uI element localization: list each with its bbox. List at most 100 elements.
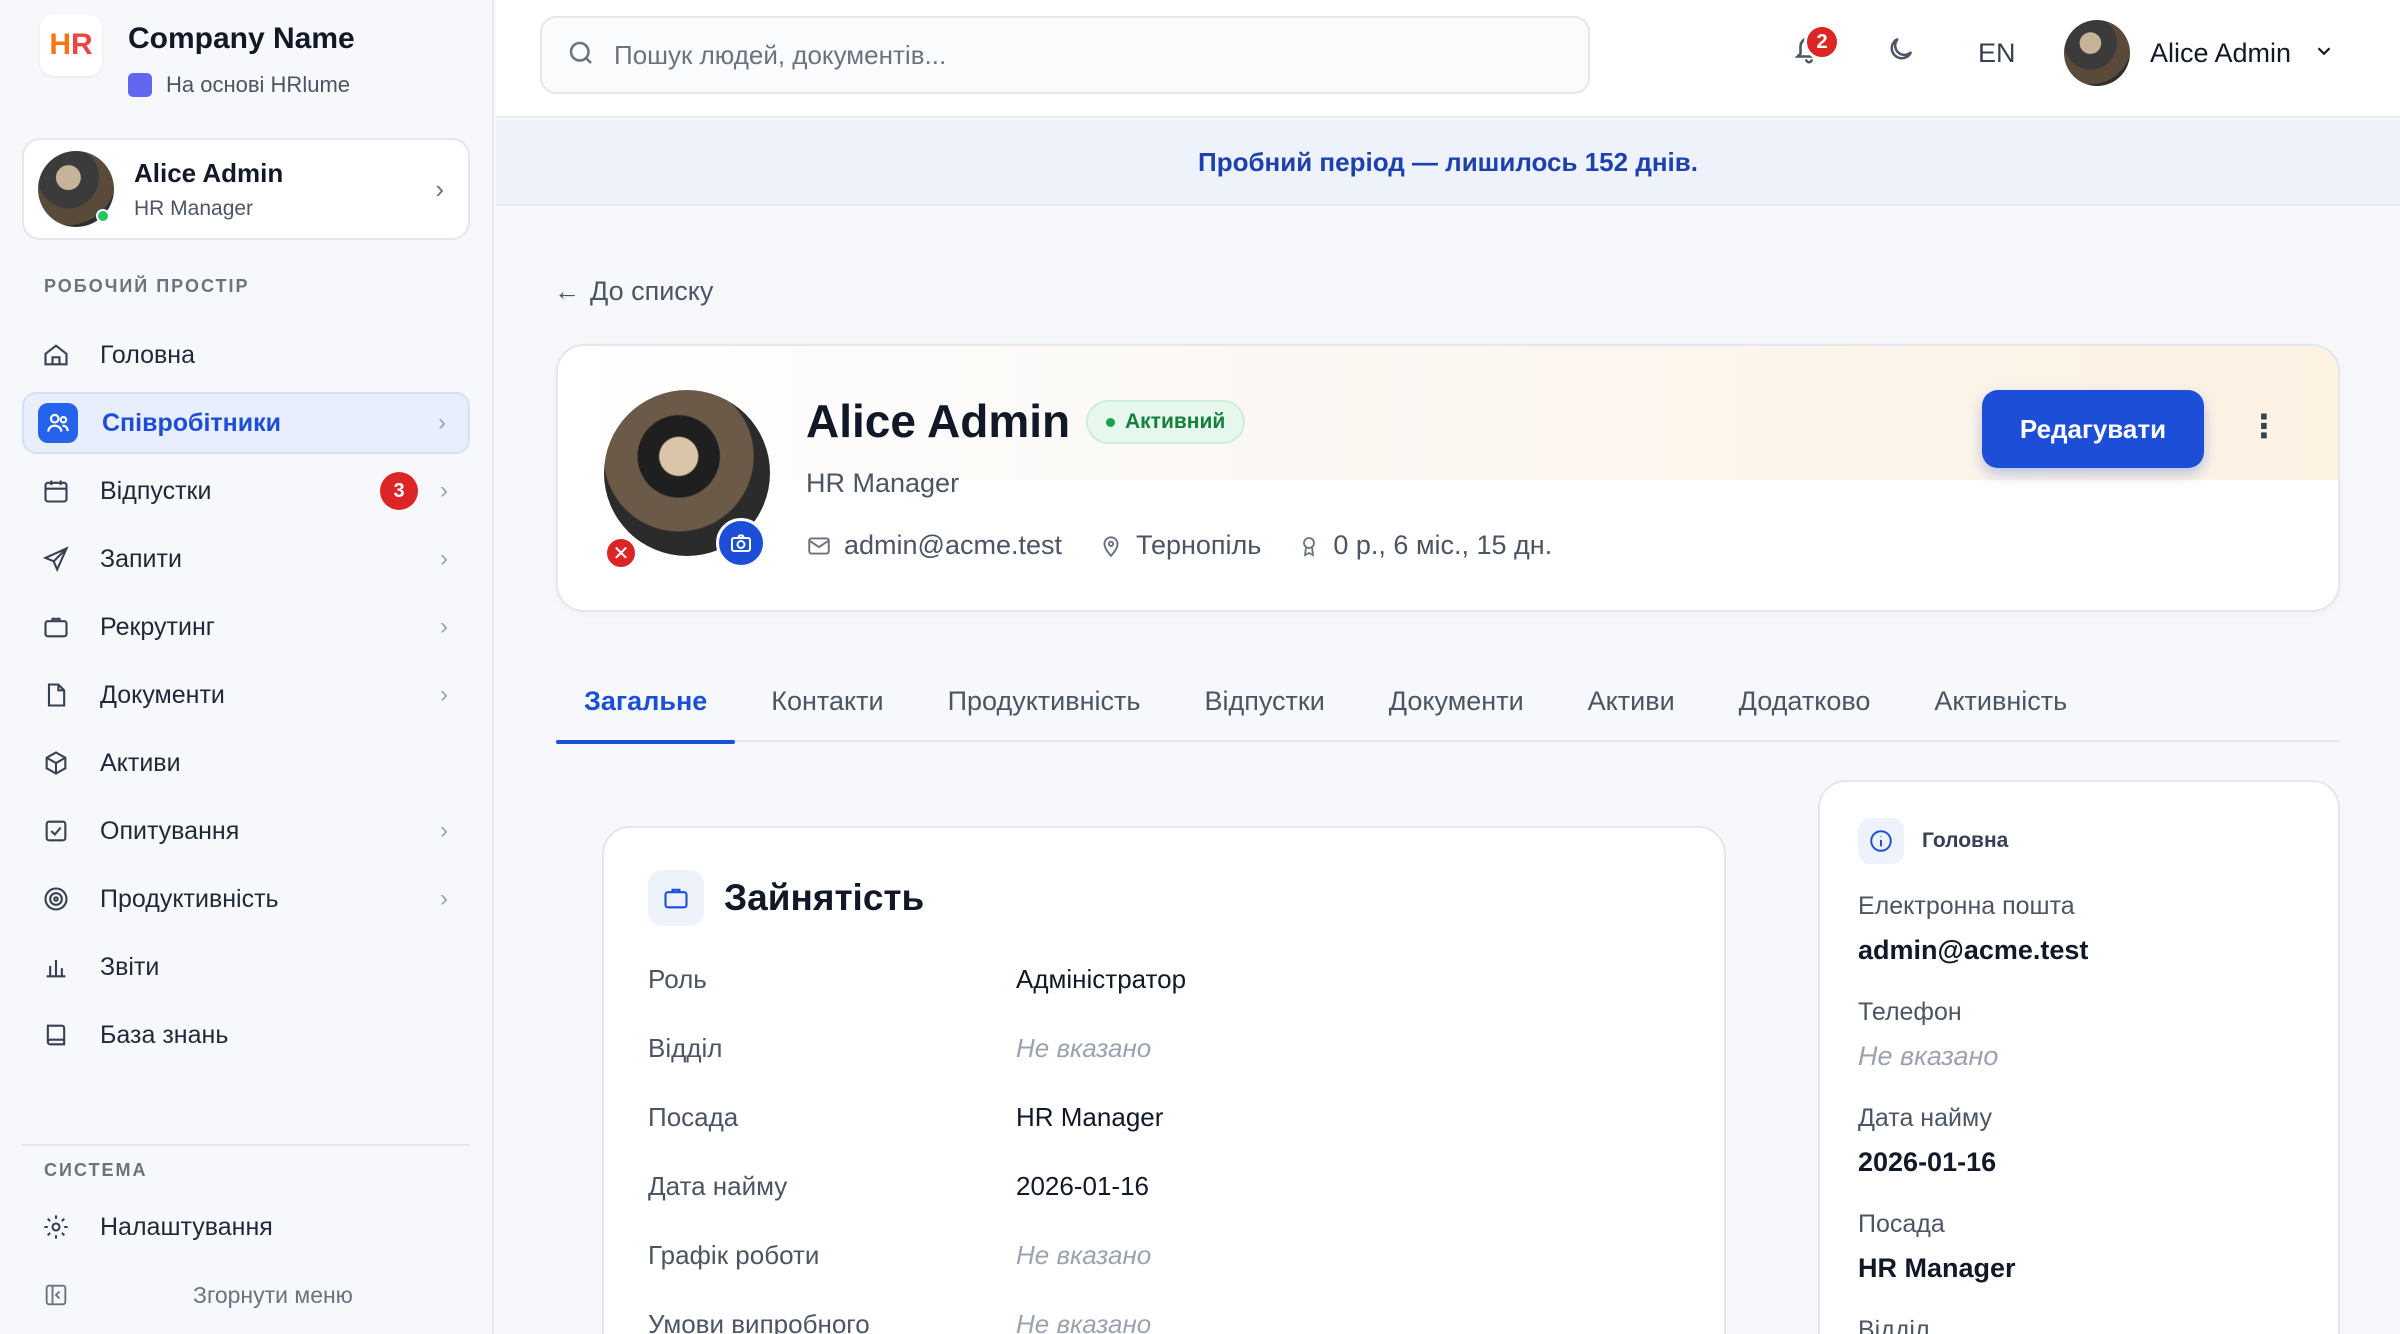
tab-performance[interactable]: Продуктивність: [920, 660, 1169, 742]
field-value: Не вказано: [1016, 1309, 1152, 1334]
system-section-title: СИСТЕМА: [44, 1160, 148, 1180]
sidebar-item-label: Звіти: [100, 952, 160, 981]
file-icon: [36, 675, 76, 715]
tab-vacations[interactable]: Відпустки: [1176, 660, 1352, 742]
sidebar-item-label: Запити: [100, 544, 182, 573]
chevron-right-icon: ›: [440, 613, 448, 640]
field-label: Дата найму: [648, 1171, 788, 1201]
tab-assets[interactable]: Активи: [1560, 660, 1703, 742]
chevron-right-icon: ›: [440, 545, 448, 572]
user-menu[interactable]: Alice Admin: [2064, 20, 2335, 86]
brand[interactable]: HR Company Name На основі HRlume: [40, 14, 355, 98]
notifications-button[interactable]: 2: [1792, 24, 1840, 71]
field-label: Дата найму: [1858, 1104, 1992, 1132]
info-field: Відділ: [1858, 1316, 2088, 1334]
company-logo: HR: [40, 14, 102, 76]
check-square-icon: [36, 811, 76, 851]
sidebar-item-knowledge-base[interactable]: База знань: [22, 1004, 470, 1066]
sidebar-item-performance[interactable]: Продуктивність ›: [22, 868, 470, 930]
field-label: Відділ: [1858, 1316, 1930, 1334]
remove-photo-button[interactable]: ✕: [604, 536, 638, 570]
send-icon: [36, 539, 76, 579]
sidebar-item-label: Продуктивність: [100, 884, 279, 913]
profile-meta: admin@acme.test Тернопіль 0 р., 6 міс., …: [806, 530, 1588, 561]
field-label: Умови випробного: [648, 1309, 870, 1334]
online-status-dot: [96, 209, 110, 223]
sidebar-user-card[interactable]: Alice Admin HR Manager ›: [22, 138, 470, 240]
tenure-value: 0 р., 6 міс., 15 дн.: [1333, 530, 1553, 560]
chevron-right-icon: ›: [435, 173, 444, 204]
tab-documents[interactable]: Документи: [1361, 660, 1552, 742]
employment-row: Графік роботи Не вказано: [648, 1240, 1688, 1309]
field-value: HR Manager: [1858, 1253, 2016, 1283]
notifications-count-badge: 2: [1804, 24, 1840, 60]
main-info-title: Головна: [1922, 829, 2009, 852]
vacations-count-badge: 3: [380, 472, 418, 510]
language-switcher[interactable]: EN: [1978, 38, 2016, 69]
back-to-list-link[interactable]: ← До списку: [554, 276, 713, 307]
more-options-icon[interactable]: ⋮: [2248, 410, 2280, 442]
sidebar-item-home[interactable]: Головна: [22, 324, 470, 386]
tab-general[interactable]: Загальне: [556, 660, 736, 744]
field-value: Адміністратор: [1016, 964, 1187, 994]
briefcase-icon: [648, 870, 704, 926]
theme-toggle[interactable]: [1886, 34, 1916, 69]
field-label: Телефон: [1858, 998, 1962, 1026]
field-value: Не вказано: [1858, 1041, 1999, 1071]
hrlume-logo-icon: [128, 73, 152, 97]
info-field: Електронна пошта admin@acme.test: [1858, 892, 2088, 966]
field-value: admin@acme.test: [1858, 935, 2089, 965]
target-icon: [36, 879, 76, 919]
topbar: 2 EN Alice Admin: [496, 0, 2400, 118]
sidebar-item-label: Документи: [100, 680, 225, 709]
sidebar-item-documents[interactable]: Документи ›: [22, 664, 470, 726]
sidebar-item-label: Активи: [100, 748, 181, 777]
users-icon: [38, 403, 78, 443]
search-input[interactable]: [614, 39, 1514, 71]
sidebar-item-label: База знань: [100, 1020, 229, 1049]
sidebar-divider: [22, 1144, 470, 1146]
gear-icon: [36, 1207, 76, 1247]
sidebar-user-name: Alice Admin: [134, 157, 284, 188]
sidebar-item-label: Опитування: [100, 816, 240, 845]
tab-contacts[interactable]: Контакти: [743, 660, 911, 742]
tab-additional[interactable]: Додатково: [1711, 660, 1899, 742]
sidebar-item-vacations[interactable]: Відпустки 3 ›: [22, 460, 470, 522]
sidebar-item-recruiting[interactable]: Рекрутинг ›: [22, 596, 470, 658]
tab-activity[interactable]: Активність: [1906, 660, 2095, 742]
powered-by: На основі HRlume: [166, 72, 351, 97]
employment-rows: Роль Адміністратор Відділ Не вказано Посад…: [648, 964, 1688, 1334]
calendar-icon: [36, 471, 76, 511]
sidebar-item-requests[interactable]: Запити ›: [22, 528, 470, 590]
employment-row: Умови випробного Не вказано: [648, 1309, 1688, 1334]
arrow-left-icon: ←: [554, 276, 580, 306]
edit-button[interactable]: Редагувати: [1982, 390, 2204, 468]
field-value: HR Manager: [1016, 1102, 1164, 1132]
sidebar-item-employees[interactable]: Співробітники ›: [22, 392, 470, 454]
employment-title: Зайнятість: [724, 877, 925, 918]
city-value: Тернопіль: [1136, 530, 1262, 560]
book-icon: [36, 1015, 76, 1055]
workspace-section-title: РОБОЧИЙ ПРОСТІР: [44, 276, 250, 296]
search-box[interactable]: [540, 16, 1590, 94]
info-field: Телефон Не вказано: [1858, 998, 2088, 1072]
field-value: 2026-01-16: [1858, 1147, 1997, 1177]
chevron-right-icon: ›: [438, 409, 446, 436]
profile-tabs: Загальне Контакти Продуктивність Відпуст…: [556, 660, 2340, 744]
field-label: Електронна пошта: [1858, 892, 2075, 920]
change-photo-button[interactable]: [716, 518, 766, 568]
sidebar-item-label: Відпустки: [100, 476, 212, 505]
chevron-right-icon: ›: [440, 681, 448, 708]
sidebar-item-assets[interactable]: Активи: [22, 732, 470, 794]
sidebar-item-reports[interactable]: Звіти: [22, 936, 470, 998]
sidebar-item-surveys[interactable]: Опитування ›: [22, 800, 470, 862]
employment-row: Відділ Не вказано: [648, 1033, 1688, 1102]
profile-email[interactable]: admin@acme.test: [806, 530, 1062, 561]
sidebar-nav: Головна Співробітники › Відпустки 3 › За…: [22, 324, 470, 1072]
info-icon: [1858, 818, 1904, 864]
sidebar-item-settings[interactable]: Налаштування: [22, 1196, 470, 1258]
collapse-menu-button[interactable]: Згорнути меню: [22, 1264, 470, 1326]
briefcase-icon: [36, 607, 76, 647]
field-label: Посада: [648, 1102, 739, 1132]
sidebar-collapse-icon: [36, 1275, 76, 1315]
